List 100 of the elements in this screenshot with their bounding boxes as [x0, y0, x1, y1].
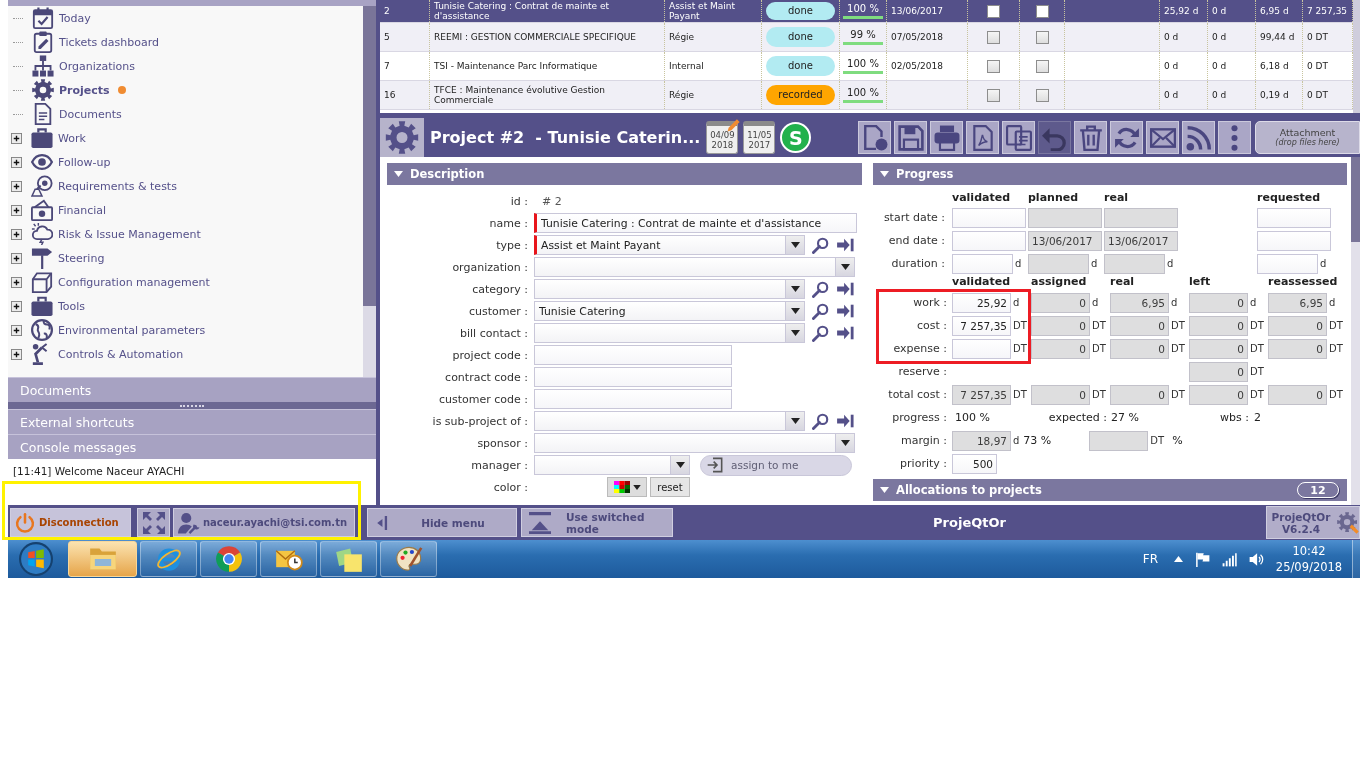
table-row[interactable]: 16 TFCE : Maintenance évolutive Gestion Commerciale Régie recorded 100 % 0 d 0 d 0,19 d 0 DT	[380, 81, 1353, 110]
reset-button[interactable]: reset	[650, 477, 690, 497]
menu-item[interactable]: Controls & Automation	[31, 343, 184, 365]
search-icon[interactable]	[812, 280, 829, 298]
menu-item[interactable]: Tools	[31, 295, 86, 317]
toolbar-button[interactable]	[1218, 121, 1251, 154]
flag-icon[interactable]	[1195, 551, 1210, 567]
expand-icon[interactable]	[11, 348, 22, 360]
number-field[interactable]: 0	[1031, 292, 1090, 313]
expand-icon[interactable]	[11, 180, 22, 192]
toolbar-button[interactable]	[930, 121, 963, 154]
expand-icon[interactable]	[11, 300, 22, 312]
date-field[interactable]: 13/06/2017	[1104, 230, 1178, 251]
scrollbar[interactable]	[1351, 157, 1360, 505]
checkbox[interactable]	[987, 88, 1000, 102]
menu-item[interactable]: Projects	[32, 79, 110, 101]
date-field[interactable]	[1257, 230, 1331, 251]
number-field[interactable]	[952, 338, 1011, 359]
number-field[interactable]: 7 257,35	[952, 315, 1011, 336]
checkbox[interactable]	[1035, 59, 1049, 73]
date-field[interactable]	[1257, 207, 1331, 228]
number-field[interactable]: 0	[1031, 384, 1090, 405]
expand-icon[interactable]	[11, 204, 22, 216]
search-icon[interactable]	[812, 302, 829, 320]
speaker-icon[interactable]	[1249, 551, 1264, 567]
checkbox[interactable]	[1035, 4, 1049, 18]
toolbar-button[interactable]	[1146, 121, 1179, 154]
table-row[interactable]: 2 Tunisie Catering : Contrat de mainte et d'assistance Assist et Maint Payant done 100 % 13/06/2017 25,92 d 0 d 6,95 d 7 257,35	[380, 0, 1353, 23]
checkbox[interactable]	[987, 30, 1000, 44]
signal-bars-icon[interactable]	[1222, 551, 1237, 567]
number-field[interactable]: 0	[1189, 338, 1248, 359]
checkbox[interactable]	[987, 59, 1000, 73]
arrow-to-line-icon[interactable]	[837, 414, 854, 428]
arrow-to-line-icon[interactable]	[837, 238, 854, 252]
expand-icon[interactable]	[11, 324, 22, 336]
scrollbar[interactable]	[1353, 0, 1360, 113]
date-field[interactable]: 13/06/2017	[1028, 230, 1102, 251]
dropdown[interactable]: Assist et Maint Payant	[534, 235, 805, 255]
table-row[interactable]: 7 TSI - Maintenance Parc Informatique Internal done 100 % 02/05/2018 0 d 0 d 6,18 d 0 DT	[380, 52, 1353, 81]
checkbox[interactable]	[1035, 88, 1049, 102]
arrow-to-line-icon[interactable]	[837, 326, 854, 340]
menu-item[interactable]: Documents	[32, 103, 122, 125]
caret-up-icon[interactable]	[1174, 556, 1183, 562]
text-field[interactable]: Tunisie Catering : Contrat de mainte et d'assistance	[534, 213, 857, 233]
date-field[interactable]	[952, 230, 1026, 251]
number-field[interactable]	[1257, 253, 1318, 274]
number-field[interactable]: 18,97	[952, 430, 1011, 451]
toolbar-button[interactable]	[1182, 121, 1215, 154]
number-field[interactable]: 0	[1110, 338, 1169, 359]
menu-item[interactable]: Organizations	[32, 55, 136, 77]
section-header[interactable]: Description	[387, 163, 862, 185]
number-field[interactable]: 0	[1189, 361, 1248, 382]
toolbar-button[interactable]	[1074, 121, 1107, 154]
number-field[interactable]	[1089, 430, 1149, 451]
arrow-to-line-icon[interactable]	[837, 304, 854, 318]
language-indicator[interactable]: FR	[1142, 552, 1158, 566]
date-field[interactable]	[1104, 207, 1178, 228]
number-field[interactable]: 0	[1189, 315, 1248, 336]
toolbar-button[interactable]	[1002, 121, 1035, 154]
section-header[interactable]: Progress	[873, 163, 1347, 185]
expand-icon[interactable]	[11, 156, 22, 168]
menu-item[interactable]: Requirements & tests	[31, 175, 177, 197]
toolbar-button[interactable]	[966, 121, 999, 154]
search-icon[interactable]	[812, 412, 829, 430]
hide-menu-button[interactable]: Hide menu	[367, 508, 517, 537]
number-field[interactable]: 0	[1268, 384, 1327, 405]
number-field[interactable]: 0	[1189, 292, 1248, 313]
expand-icon[interactable]	[11, 228, 22, 240]
dropdown[interactable]: Tunisie Catering	[534, 301, 805, 321]
number-field[interactable]: 25,92	[952, 292, 1011, 313]
search-icon[interactable]	[812, 324, 829, 342]
menu-item[interactable]: Risk & Issue Management	[31, 223, 201, 245]
number-field[interactable]: 6,95	[1110, 292, 1169, 313]
menu-item[interactable]: Steering	[31, 247, 105, 269]
checkbox[interactable]	[1035, 30, 1049, 44]
table-row[interactable]: 5 REEMI : GESTION COMMERCIALE SPECIFIQUE Régie done 99 % 07/05/2018 0 d 0 d 99,44 d 0 DT	[380, 23, 1353, 52]
fullscreen-button[interactable]	[137, 508, 170, 537]
toolbar-button[interactable]	[1110, 121, 1143, 154]
menu-item[interactable]: Environmental parameters	[31, 319, 206, 341]
number-field[interactable]: 0	[1031, 315, 1090, 336]
number-field[interactable]: 6,95	[1268, 292, 1327, 313]
menu-item[interactable]: Follow-up	[31, 151, 111, 173]
color-picker[interactable]	[607, 477, 647, 497]
text-field[interactable]	[534, 345, 732, 365]
number-field[interactable]	[952, 253, 1013, 274]
user-button[interactable]: naceur.ayachi@tsi.com.tn	[173, 508, 355, 537]
switch-mode-button[interactable]: Use switched mode	[521, 508, 673, 537]
disconnect-button[interactable]: Disconnection	[10, 508, 131, 537]
expand-icon[interactable]	[11, 252, 22, 264]
number-field[interactable]: 0	[1268, 338, 1327, 359]
menu-item[interactable]: Work	[31, 127, 86, 149]
menu-item[interactable]: Tickets dashboard	[32, 31, 159, 53]
number-field[interactable]: 7 257,35	[952, 384, 1011, 405]
arrow-to-line-icon[interactable]	[837, 282, 854, 296]
number-field[interactable]	[1104, 253, 1165, 274]
number-field[interactable]: 0	[1110, 384, 1169, 405]
calendar-badge[interactable]: 11/05 2017	[743, 121, 776, 154]
checkbox[interactable]	[987, 4, 1000, 18]
show-desktop-button[interactable]	[1352, 540, 1360, 578]
number-field[interactable]: 0	[1268, 315, 1327, 336]
